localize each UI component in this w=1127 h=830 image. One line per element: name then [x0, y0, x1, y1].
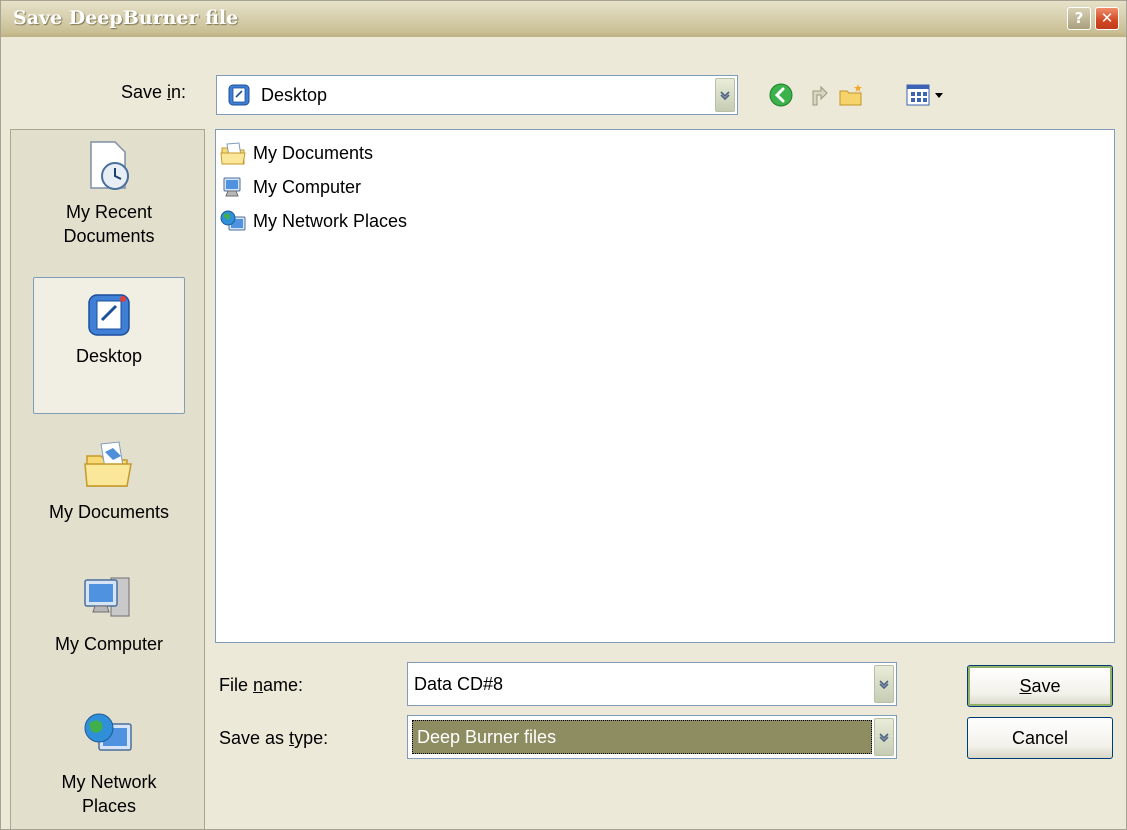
place-my-recent-documents[interactable]: My Recent Documents — [33, 138, 185, 248]
save-as-type-selection: Deep Burner files — [412, 720, 872, 754]
chevron-down-icon — [720, 91, 730, 101]
save-as-type-dropdown[interactable]: Deep Burner files — [407, 715, 897, 759]
my-documents-icon — [220, 142, 246, 165]
desktop-icon — [88, 294, 130, 336]
close-button[interactable]: ✕ — [1095, 7, 1119, 30]
place-label: My Documents — [48, 502, 170, 522]
save-in-label: Save in: — [121, 82, 187, 102]
save-as-type-label: Save as type: — [219, 728, 329, 748]
recent-documents-icon — [90, 141, 129, 190]
back-icon[interactable] — [767, 81, 795, 109]
place-my-network-places[interactable]: My Network Places — [33, 708, 185, 818]
up-folder-icon[interactable] — [807, 81, 835, 109]
save-in-value: Desktop — [261, 85, 328, 105]
file-name-label: File name: — [219, 675, 304, 695]
save-button[interactable]: Save — [967, 665, 1113, 707]
save-dialog: Save DeepBurner file ? ✕ Save in: Deskto… — [0, 0, 1127, 830]
place-my-documents[interactable]: My Documents — [33, 438, 185, 524]
place-label: My Recent Documents — [63, 202, 155, 246]
place-label: Desktop — [75, 346, 143, 366]
places-bar: My Recent Documents Desktop My Documents — [10, 129, 205, 829]
my-computer-icon — [84, 577, 130, 617]
place-desktop[interactable]: Desktop — [33, 277, 185, 414]
save-in-dropdown[interactable]: Desktop — [216, 75, 738, 115]
chevron-down-icon — [879, 733, 889, 743]
network-places-icon — [220, 210, 246, 231]
save-as-type-value: Deep Burner files — [417, 727, 557, 747]
place-my-computer[interactable]: My Computer — [33, 570, 185, 656]
my-computer-icon — [223, 177, 241, 197]
window-title: Save DeepBurner file — [13, 7, 239, 29]
network-places-icon — [84, 713, 132, 751]
file-name-value: Data CD#8 — [414, 674, 504, 694]
title-bar[interactable]: Save DeepBurner file ? ✕ — [1, 1, 1126, 37]
chevron-down-icon — [879, 680, 889, 690]
close-icon: ✕ — [1100, 9, 1114, 27]
file-name-dropdown-button[interactable] — [874, 665, 894, 703]
file-list[interactable]: My Documents My Computer My Network Plac… — [215, 129, 1115, 643]
file-name-input[interactable]: Data CD#8 — [407, 662, 897, 706]
views-menu-icon[interactable] — [905, 81, 955, 109]
save-in-dropdown-button[interactable] — [715, 78, 735, 112]
help-button[interactable]: ? — [1067, 7, 1091, 30]
place-label: My Computer — [54, 634, 164, 654]
save-as-type-dropdown-button[interactable] — [874, 718, 894, 756]
help-icon: ? — [1074, 9, 1084, 27]
new-folder-icon[interactable] — [837, 81, 865, 109]
place-label: My Network Places — [61, 772, 157, 816]
cancel-button[interactable]: Cancel — [967, 717, 1113, 759]
desktop-icon — [228, 84, 250, 106]
my-documents-folder-icon — [84, 441, 132, 487]
